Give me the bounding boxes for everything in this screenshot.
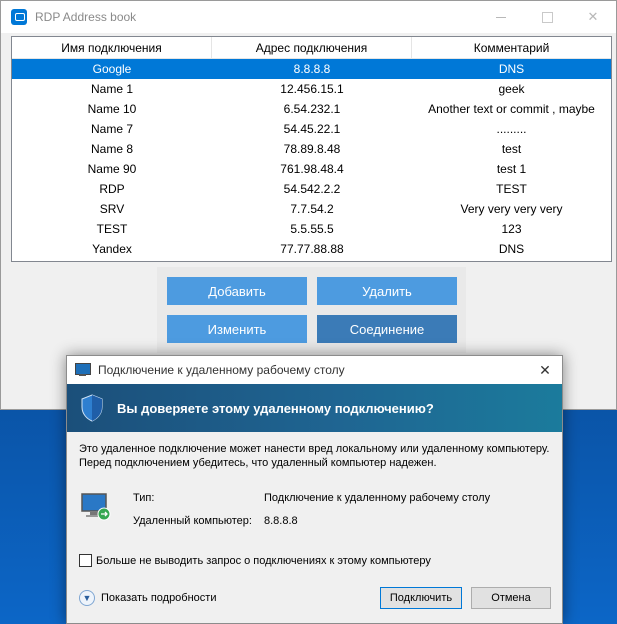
remote-desktop-icon [75, 363, 91, 377]
cell-name: Name 1 [90, 82, 134, 96]
table-row[interactable]: Name 8 78.89.8.48 test [12, 139, 611, 159]
cell-address: 78.89.8.48 [283, 142, 341, 156]
cell-name: Name 8 [90, 142, 134, 156]
table-header: Имя подключения Адрес подключения Коммен… [12, 37, 611, 59]
cell-name: Name 90 [87, 162, 137, 176]
type-value: Подключение к удаленному рабочему столу [264, 492, 491, 504]
connect-button[interactable]: Соединение [317, 315, 457, 343]
table-row[interactable]: Google 8.8.8.8 DNS [12, 59, 611, 79]
cell-comment: ......... [496, 122, 527, 136]
cell-comment: test [501, 142, 522, 156]
cell-comment: Another text or commit , maybe [428, 102, 595, 116]
table-row[interactable]: TEST 5.5.55.5 123 [12, 219, 611, 239]
chevron-down-icon[interactable]: ▼ [79, 590, 95, 606]
remote-computer-value: 8.8.8.8 [264, 515, 298, 527]
cell-name: Name 7 [90, 122, 134, 136]
cell-address: 77.77.88.88 [280, 242, 344, 256]
dialog-cancel-button[interactable]: Отмена [471, 587, 551, 609]
rdp-app-icon [11, 9, 27, 25]
dont-ask-checkbox[interactable] [79, 554, 92, 567]
warning-line-2: Перед подключением убедитесь, что удален… [79, 457, 437, 469]
edit-button[interactable]: Изменить [167, 315, 307, 343]
cell-name: Yandex [92, 242, 132, 256]
delete-button[interactable]: Удалить [317, 277, 457, 305]
connections-table[interactable]: Имя подключения Адрес подключения Коммен… [11, 36, 612, 262]
table-row[interactable]: Name 90 761.98.48.4 test 1 [12, 159, 611, 179]
add-button[interactable]: Добавить [167, 277, 307, 305]
cell-comment: DNS [498, 62, 525, 76]
close-icon[interactable]: ✕ [570, 1, 616, 33]
cell-name: Name 10 [87, 102, 137, 116]
cell-comment: DNS [498, 242, 525, 256]
remote-computer-icon [80, 492, 112, 522]
cell-comment: geek [498, 82, 525, 96]
cell-address: 5.5.55.5 [290, 222, 334, 236]
dont-ask-label[interactable]: Больше не выводить запрос о подключениях… [96, 555, 431, 567]
warning-text: Это удаленное подключение может нанести … [79, 442, 557, 470]
dont-ask-row[interactable]: Больше не выводить запрос о подключениях… [79, 554, 431, 567]
table-row[interactable]: Name 10 6.54.232.1 Another text or commit … [12, 99, 611, 119]
cell-address: 54.45.22.1 [283, 122, 341, 136]
remote-computer-label: Удаленный компьютер: [133, 515, 252, 527]
security-banner: Вы доверяете этому удаленному подключени… [67, 384, 562, 432]
cell-address: 12.456.15.1 [280, 82, 344, 96]
dialog-connect-button[interactable]: Подключить [380, 587, 462, 609]
cell-address: 7.7.54.2 [290, 202, 334, 216]
type-label: Тип: [133, 492, 155, 504]
cell-comment: 123 [501, 222, 522, 236]
shield-icon [81, 394, 103, 422]
show-details-toggle[interactable]: ▼ Показать подробности [79, 590, 216, 606]
cell-address: 6.54.232.1 [283, 102, 341, 116]
table-row[interactable]: Name 7 54.45.22.1......... [12, 119, 611, 139]
warning-line-1: Это удаленное подключение может нанести … [79, 443, 550, 455]
title-bar[interactable]: RDP Address book ✕ [1, 1, 616, 33]
cell-name: RDP [99, 182, 125, 196]
window-controls: ✕ [478, 1, 616, 33]
table-row[interactable]: RDP 54.542.2.2 TEST [12, 179, 611, 199]
cell-address: 8.8.8.8 [293, 62, 331, 76]
window-title: RDP Address book [35, 10, 137, 24]
table-row[interactable]: SRV 7.7.54.2 Very very very very [12, 199, 611, 219]
address-book-window: RDP Address book ✕ Имя подключения Адрес… [0, 0, 617, 410]
rdp-trust-dialog: Подключение к удаленному рабочему столу … [66, 355, 563, 624]
cell-comment: Very very very very [460, 202, 563, 216]
banner-question: Вы доверяете этому удаленному подключени… [117, 400, 434, 416]
action-panel: Добавить Удалить Изменить Соединение [157, 267, 466, 353]
dialog-title-bar[interactable]: Подключение к удаленному рабочему столу … [67, 356, 562, 384]
table-row[interactable]: Yandex 77.77.88.88 DNS [12, 239, 611, 259]
cell-comment: TEST [496, 182, 527, 196]
minimize-icon[interactable] [478, 1, 524, 33]
table-row[interactable]: Name 1 12.456.15.1 geek [12, 79, 611, 99]
column-header-comment[interactable]: Комментарий [412, 37, 611, 59]
dialog-close-icon[interactable]: ✕ [528, 356, 562, 384]
dialog-title: Подключение к удаленному рабочему столу [98, 363, 345, 377]
cell-name: Google [92, 62, 132, 76]
cell-name: SRV [99, 202, 125, 216]
column-header-name[interactable]: Имя подключения [12, 37, 212, 59]
table-body: Google 8.8.8.8 DNS Name 1 12.456.15.1 geek Nam… [12, 59, 611, 259]
show-details-label[interactable]: Показать подробности [101, 592, 216, 604]
column-header-address[interactable]: Адрес подключения [212, 37, 412, 59]
cell-address: 761.98.48.4 [280, 162, 344, 176]
maximize-icon[interactable] [524, 1, 570, 33]
cell-comment: test 1 [496, 162, 527, 176]
cell-address: 54.542.2.2 [283, 182, 341, 196]
cell-name: TEST [96, 222, 128, 236]
